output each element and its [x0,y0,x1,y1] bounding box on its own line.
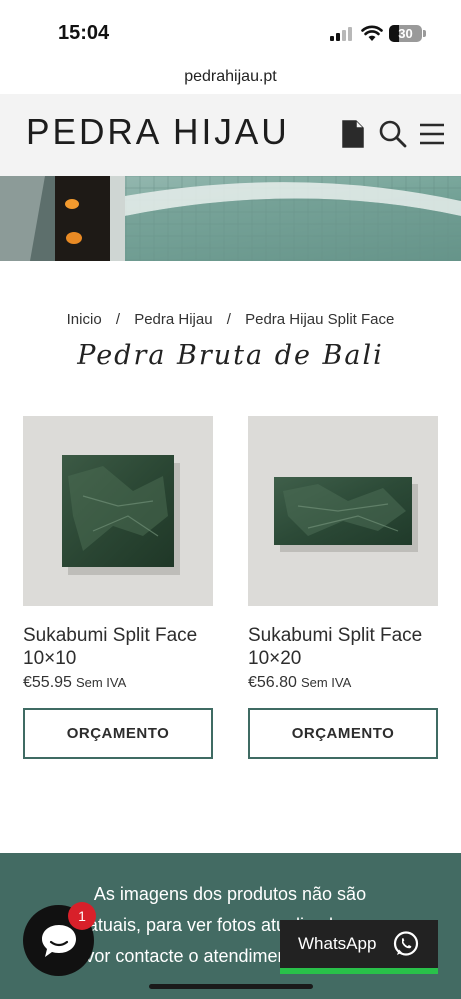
chat-icon [41,924,76,957]
hero-banner-image [0,176,461,261]
search-icon[interactable] [378,119,408,149]
battery-percent: 30 [398,26,413,41]
quote-button[interactable]: ORÇAMENTO [23,708,213,759]
whatsapp-label: WhatsApp [298,934,377,953]
product-image[interactable] [248,416,438,606]
menu-icon[interactable] [418,119,448,149]
status-bar: 15:04 30 [0,0,461,62]
product-name[interactable]: Sukabumi Split Face 10×10 [23,624,213,670]
tax-label: Sem IVA [300,675,352,690]
product-price-row: €55.95 Sem IVA [23,674,213,692]
whatsapp-accent-bar [280,968,438,974]
unread-badge: 1 [68,902,96,930]
document-icon[interactable] [338,119,368,149]
product-price: €56.80 [248,674,297,691]
whatsapp-button[interactable]: WhatsApp [280,920,438,974]
address-bar[interactable]: pedrahijau.pt [0,62,461,94]
product-name[interactable]: Sukabumi Split Face 10×20 [248,624,438,670]
breadcrumb-separator: / [115,311,121,328]
whatsapp-icon [393,931,419,956]
wifi-icon [361,25,383,41]
page-title: Pedra Bruta de Bali [77,340,384,371]
product-card: Sukabumi Split Face 10×20 €56.80 Sem IVA … [248,416,438,759]
status-time: 15:04 [58,22,110,44]
tax-label: Sem IVA [75,675,127,690]
breadcrumb-item-pedra-hijau[interactable]: Pedra Hijau [134,311,212,328]
product-price: €55.95 [23,674,72,691]
battery-indicator: 30 [389,25,422,42]
url-text: pedrahijau.pt [184,68,277,85]
product-price-row: €56.80 Sem IVA [248,674,438,692]
cellular-signal-icon [330,27,354,41]
breadcrumb-item-inicio[interactable]: Inicio [67,311,102,328]
product-card: Sukabumi Split Face 10×10 €55.95 Sem IVA … [23,416,213,759]
site-header: PEDRA HIJAU [0,94,461,176]
product-image[interactable] [23,416,213,606]
breadcrumb-item-current: Pedra Hijau Split Face [245,311,395,328]
breadcrumb: Inicio / Pedra Hijau / Pedra Hijau Split… [0,311,461,328]
breadcrumb-separator: / [226,311,231,328]
home-indicator [149,984,313,989]
quote-button[interactable]: ORÇAMENTO [248,708,438,759]
battery-cap [423,30,426,37]
site-logo[interactable]: PEDRA HIJAU [26,111,290,153]
